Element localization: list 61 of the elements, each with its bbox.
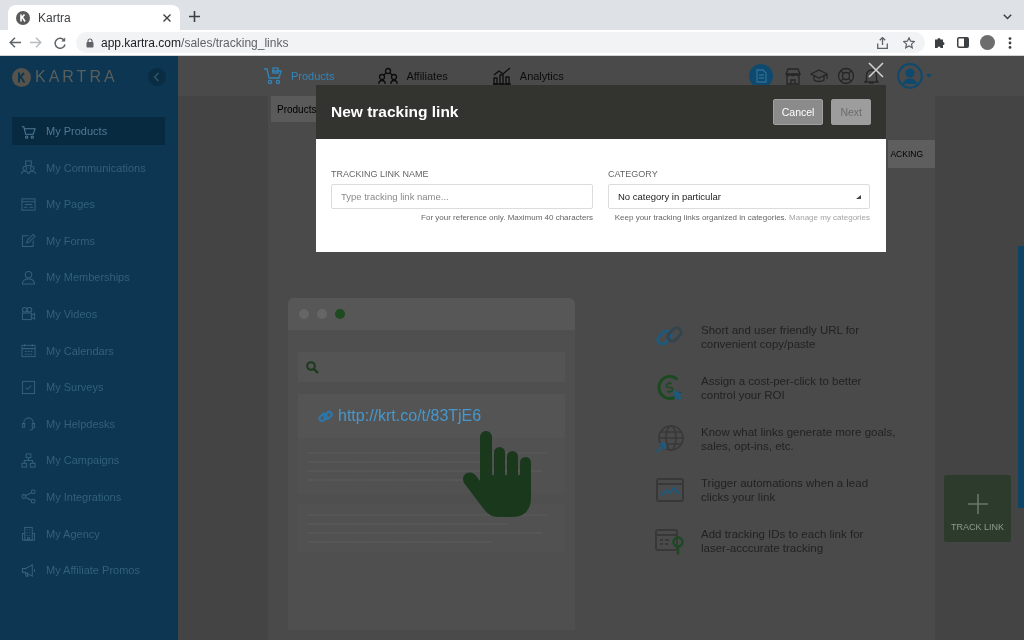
window-dot-icon (335, 309, 345, 319)
track-link-button[interactable]: TRACK LINK (944, 475, 1011, 542)
cart-icon (21, 123, 36, 139)
calendar-icon (21, 343, 36, 359)
panel-icon[interactable] (957, 37, 969, 48)
megaphone-icon (21, 562, 36, 578)
logo-wordmark: KARTRA (35, 68, 118, 86)
video-camera-icon (21, 306, 36, 322)
field-hint: Keep your tracking links organized in categories. Manage my categories (613, 213, 870, 223)
logo-icon (16, 10, 30, 25)
chevron-down-icon[interactable] (1003, 14, 1012, 20)
name-input[interactable]: Type tracking link name... (331, 184, 593, 209)
nav-tab[interactable]: Products (263, 67, 335, 85)
share-icon[interactable] (877, 36, 888, 49)
scrollbar-thumb[interactable] (1018, 246, 1024, 508)
people-icon (378, 67, 399, 85)
lock-icon (86, 37, 94, 48)
browser-chart-icon (655, 475, 685, 505)
person-icon (21, 269, 36, 285)
share-icon (21, 489, 36, 505)
search-icon (306, 360, 319, 374)
manage-categories-link[interactable]: Manage my categories (789, 213, 870, 222)
nav-tab[interactable]: Analytics (491, 67, 564, 85)
hierarchy-icon (21, 452, 36, 468)
checkbox-icon (21, 379, 36, 395)
nav-tab[interactable]: Affiliates (378, 67, 448, 85)
avatar-icon[interactable] (980, 35, 995, 50)
star-icon[interactable] (903, 36, 915, 49)
close-icon[interactable] (163, 13, 171, 22)
headset-icon (21, 416, 36, 432)
sidebar-item[interactable]: My Products (12, 117, 165, 145)
browser-tab[interactable]: Kartra (8, 5, 180, 30)
logo-icon (12, 67, 31, 87)
people-icon (21, 160, 36, 176)
address-bar[interactable]: app.kartra.com/sales/tracking_links (76, 32, 925, 53)
category-select[interactable]: No category in particular (608, 184, 870, 209)
cancel-button[interactable]: Cancel (772, 99, 824, 125)
building-icon (21, 526, 36, 542)
edit-icon (21, 233, 36, 249)
layout-icon (21, 196, 36, 212)
puzzle-icon[interactable] (935, 37, 946, 48)
modal-title: New tracking link (331, 103, 459, 121)
url-text: app.kartra.com/sales/tracking_links (101, 35, 290, 50)
tracking-tab[interactable]: ACKING (888, 140, 935, 168)
globe-icon (655, 424, 685, 454)
caret-icon (856, 194, 861, 199)
cart-icon (263, 67, 283, 85)
dollar-cursor-icon (655, 373, 685, 403)
bar-chart-icon (491, 67, 512, 85)
bell-icon[interactable] (864, 68, 879, 84)
menu-icon[interactable] (1008, 36, 1012, 49)
link-url: http://krt.co/t/83TjE6 (338, 407, 482, 425)
link-icon (318, 408, 333, 424)
field-hint: For your reference only. Maximum 40 characters (420, 213, 593, 223)
plus-icon (967, 493, 988, 514)
reload-icon[interactable] (54, 36, 66, 49)
field-label: TRACKING LINK NAME (331, 169, 430, 180)
browser-search-icon (655, 526, 685, 556)
field-label: CATEGORY (608, 169, 659, 180)
plus-icon[interactable] (189, 11, 200, 22)
back-icon[interactable] (9, 37, 21, 48)
